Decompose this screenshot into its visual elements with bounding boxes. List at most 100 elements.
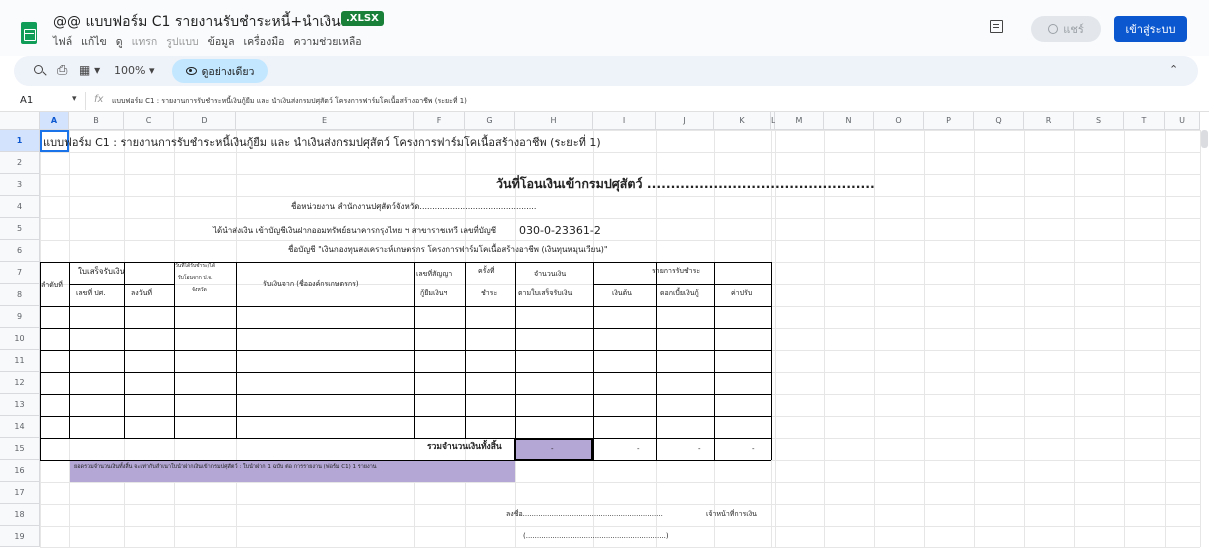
- cell-text: -: [698, 445, 701, 453]
- column-header[interactable]: O: [874, 112, 924, 130]
- table-border: [40, 394, 771, 395]
- row-header[interactable]: 1: [0, 130, 40, 152]
- row-header[interactable]: 10: [0, 328, 40, 350]
- row-header[interactable]: 11: [0, 350, 40, 372]
- chevron-down-icon[interactable]: ▾: [72, 94, 77, 104]
- gridline: [974, 130, 975, 547]
- menu-item[interactable]: ข้อมูล: [208, 36, 235, 48]
- formula-content[interactable]: แบบฟอร์ม C1 : รายงานการรับชำระหนี้เงินกู…: [112, 96, 467, 107]
- row-header[interactable]: 19: [0, 526, 40, 547]
- table-border: [514, 438, 593, 440]
- menu-item[interactable]: ไฟล์: [53, 36, 72, 48]
- table-border: [69, 284, 174, 285]
- row-header[interactable]: 5: [0, 218, 40, 240]
- comment-icon[interactable]: [990, 20, 1003, 33]
- document-title[interactable]: @@ แบบฟอร์ม C1 รายงานรับชำระหนี้+นำเงินส…: [53, 11, 381, 33]
- cell-text: ลำดับที่: [41, 281, 63, 289]
- gridline: [40, 526, 1200, 527]
- gridline: [1165, 130, 1166, 547]
- view-only-button[interactable]: ดูอย่างเดียว: [172, 59, 268, 83]
- cell-text: ครั้งที่: [478, 267, 495, 275]
- cell-text: เลขที่ ปศ.: [76, 289, 106, 297]
- menu-item[interactable]: เครื่องมือ: [244, 36, 285, 48]
- zoom-select[interactable]: 100% ▾: [114, 64, 154, 77]
- menu-item[interactable]: ดู: [116, 36, 123, 48]
- row-header[interactable]: 18: [0, 504, 40, 526]
- gridline: [824, 130, 825, 547]
- vertical-scrollbar[interactable]: [1201, 130, 1208, 148]
- row-header[interactable]: 15: [0, 438, 40, 460]
- globe-icon: [1048, 24, 1059, 34]
- column-header[interactable]: N: [824, 112, 874, 130]
- cell-reference[interactable]: A1: [20, 95, 33, 106]
- row-header[interactable]: 3: [0, 174, 40, 196]
- gridline: [1124, 130, 1125, 547]
- gridline: [775, 130, 776, 547]
- column-header[interactable]: K: [714, 112, 771, 130]
- column-header[interactable]: R: [1024, 112, 1074, 130]
- corner-header: [0, 112, 40, 130]
- cell-text: รับเงินจาก (ชื่อองค์กรเกษตรกร): [263, 280, 359, 288]
- search-icon[interactable]: [34, 65, 43, 74]
- table-border: [40, 262, 771, 263]
- column-header[interactable]: J: [656, 112, 714, 130]
- menu-item[interactable]: ความช่วยเหลือ: [293, 36, 361, 48]
- column-header[interactable]: M: [775, 112, 824, 130]
- row-header[interactable]: 8: [0, 284, 40, 306]
- gridline: [40, 130, 1200, 131]
- menu-item[interactable]: รูปแบบ: [166, 36, 198, 48]
- table-border: [40, 350, 771, 351]
- share-button[interactable]: แชร์: [1031, 16, 1101, 42]
- gridline: [1074, 130, 1075, 547]
- column-header[interactable]: A: [40, 112, 69, 130]
- menu-item[interactable]: แก้ไข: [81, 36, 107, 48]
- column-header[interactable]: B: [69, 112, 124, 130]
- file-type-badge: .XLSX: [341, 11, 384, 26]
- column-header[interactable]: U: [1165, 112, 1200, 130]
- column-header[interactable]: D: [174, 112, 236, 130]
- row-header[interactable]: 14: [0, 416, 40, 438]
- row-header[interactable]: 9: [0, 306, 40, 328]
- sheets-logo-icon[interactable]: [21, 22, 37, 44]
- row-header[interactable]: 16: [0, 460, 40, 482]
- total-amount-cell: [516, 438, 592, 460]
- chevron-up-icon[interactable]: ⌃: [1169, 63, 1178, 76]
- column-header[interactable]: P: [924, 112, 974, 130]
- print-icon[interactable]: ⎙: [57, 63, 67, 78]
- cell-text: เลขที่สัญญา: [416, 270, 453, 278]
- column-header[interactable]: C: [124, 112, 174, 130]
- spreadsheet-grid[interactable]: A B C D E F G H I J K L M N O P Q R S T U 1 2 3 4 5 6 7 8 9 10 11 12 13 14…: [0, 112, 1201, 548]
- column-header[interactable]: I: [593, 112, 656, 130]
- cell-text: ชื่อหน่วยงาน สำนักงานปศุสัตว์จังหวัด....…: [291, 202, 537, 211]
- row-header[interactable]: 2: [0, 152, 40, 174]
- column-header[interactable]: F: [414, 112, 465, 130]
- menu-item[interactable]: แทรก: [132, 36, 158, 48]
- row-header[interactable]: 13: [0, 394, 40, 416]
- column-header[interactable]: Q: [974, 112, 1024, 130]
- cell-text: 030-0-23361-2: [519, 224, 601, 237]
- format-icon[interactable]: ▦ ▾: [79, 63, 100, 77]
- row-header[interactable]: 17: [0, 482, 40, 504]
- cell-text: วันที่โอนเงินเข้ากรมปศุสัตว์ ...........…: [496, 176, 875, 191]
- column-header[interactable]: H: [515, 112, 593, 130]
- cell-text: -: [752, 445, 755, 453]
- column-header[interactable]: G: [465, 112, 515, 130]
- column-header[interactable]: T: [1124, 112, 1165, 130]
- column-header[interactable]: S: [1074, 112, 1124, 130]
- column-header[interactable]: E: [236, 112, 414, 130]
- sign-in-button[interactable]: เข้าสู่ระบบ: [1114, 16, 1187, 42]
- view-only-label: ดูอย่างเดียว: [201, 65, 255, 78]
- top-bar: @@ แบบฟอร์ม C1 รายงานรับชำระหนี้+นำเงินส…: [0, 0, 1209, 56]
- table-border: [771, 262, 772, 438]
- table-border: [593, 438, 594, 460]
- table-border: [714, 438, 715, 460]
- cell-text: เจ้าหน้าที่การเงิน: [706, 510, 757, 518]
- row-header[interactable]: 4: [0, 196, 40, 218]
- menu-bar: ไฟล์ แก้ไข ดู แทรก รูปแบบ ข้อมูล เครื่องมือ ควา…: [53, 33, 371, 50]
- row-header[interactable]: 12: [0, 372, 40, 394]
- row-header[interactable]: 7: [0, 262, 40, 284]
- table-border: [771, 438, 772, 460]
- gridline: [40, 482, 1200, 483]
- row-header[interactable]: 6: [0, 240, 40, 262]
- gridline: [1200, 130, 1201, 547]
